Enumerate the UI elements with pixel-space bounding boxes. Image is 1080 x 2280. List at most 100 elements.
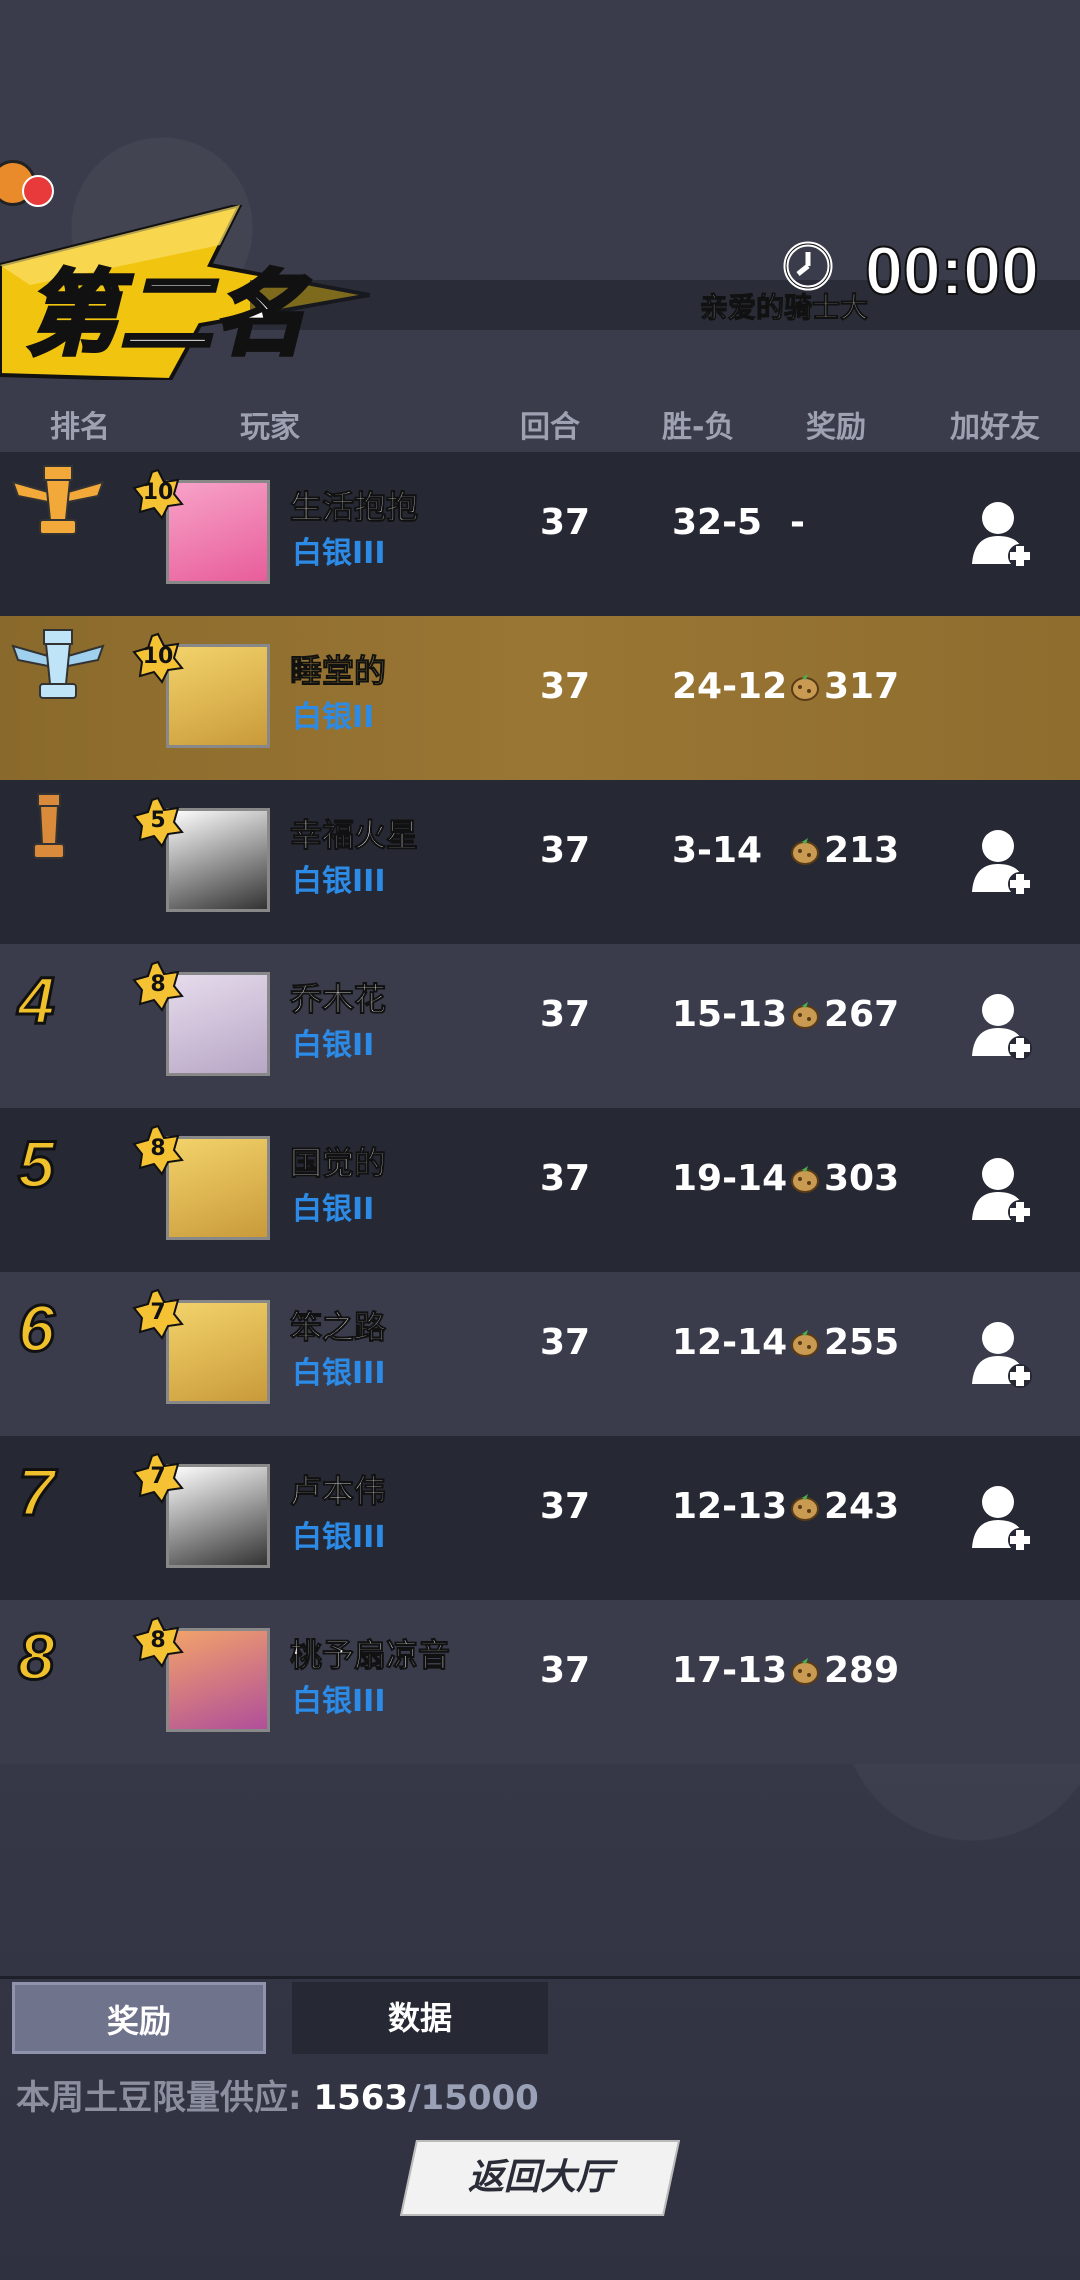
rank-number: 6 — [17, 1290, 57, 1367]
supply-current: 1563 — [313, 2078, 409, 2118]
notification-dot — [22, 175, 54, 207]
tab-reward[interactable]: 奖励 — [12, 1982, 266, 2054]
col-player: 玩家 — [240, 410, 300, 445]
level-badge: 7 — [132, 1452, 184, 1504]
player-name: 国觉的 — [289, 1144, 387, 1183]
level-number: 8 — [150, 1628, 166, 1653]
potato-icon — [791, 1166, 819, 1193]
col-rounds: 回合 — [520, 410, 580, 445]
player-name: 幸福火星 — [289, 816, 419, 855]
level-badge: 8 — [132, 1124, 184, 1176]
rank-number: 4 — [17, 962, 57, 1039]
win-loss-value: 32-5 — [672, 502, 763, 543]
rook-icon — [33, 793, 65, 859]
potato-icon — [791, 1330, 819, 1357]
rank-number: 5 — [17, 1126, 57, 1203]
win-loss-value: 19-14 — [672, 1158, 788, 1199]
add-friend-icon[interactable] — [970, 1154, 1034, 1226]
level-number: 10 — [142, 480, 174, 505]
reward-amount: 243 — [824, 1486, 900, 1527]
reward-value: - — [790, 502, 805, 543]
level-number: 7 — [150, 1464, 166, 1489]
rounds-value: 37 — [540, 1322, 591, 1363]
reward-amount: 303 — [824, 1158, 900, 1199]
reward-amount: 289 — [824, 1650, 900, 1691]
add-friend-icon[interactable] — [970, 990, 1034, 1062]
add-friend-icon[interactable] — [970, 1318, 1034, 1390]
level-badge: 10 — [132, 632, 184, 684]
back-button-label: 返回大厅 — [467, 2157, 612, 2198]
win-loss-value: 3-14 — [672, 830, 763, 871]
placement-title: 第二名 — [24, 262, 309, 368]
rounds-value: 37 — [540, 1486, 591, 1527]
reward-amount: - — [790, 502, 805, 543]
level-badge: 7 — [132, 1288, 184, 1340]
reward-amount: 317 — [824, 666, 900, 707]
reward-value: 243 — [790, 1486, 899, 1527]
win-loss-value: 12-13 — [672, 1486, 788, 1527]
player-row[interactable]: 10 睡堂的 白银II 37 24-12 317 — [0, 616, 1080, 780]
player-row[interactable]: 5 幸福火星白银III 37 3-14 213 — [0, 780, 1080, 944]
level-badge: 8 — [132, 960, 184, 1012]
reward-value: 213 — [790, 830, 899, 871]
add-friend-icon[interactable] — [970, 498, 1034, 570]
col-add-friend: 加好友 — [950, 410, 1040, 445]
table-header: 排名 玩家 回合 胜-负 奖励 加好友 — [0, 402, 1080, 448]
rank-number: 8 — [17, 1618, 57, 1695]
reward-amount: 213 — [824, 830, 900, 871]
player-row[interactable]: 4 8 乔木花 白银II 37 15-13 267 — [0, 944, 1080, 1108]
player-tier: 白银III — [292, 864, 386, 899]
add-friend-icon[interactable] — [970, 1482, 1034, 1554]
reward-value: 289 — [790, 1650, 899, 1691]
player-row[interactable]: 10 生活抱抱 白银III 37 32-5- — [0, 452, 1080, 616]
player-name: 桃予扇凉音 — [289, 1636, 451, 1675]
win-loss-value: 17-13 — [672, 1650, 788, 1691]
timer: 00:00 — [864, 232, 1040, 310]
player-tier: 白银II — [292, 700, 375, 735]
player-name: 乔木花 — [289, 980, 387, 1019]
player-tier: 白银III — [292, 536, 386, 571]
reward-value: 303 — [790, 1158, 899, 1199]
add-friend-icon[interactable] — [970, 826, 1034, 898]
player-tier: 白银III — [292, 1356, 386, 1391]
potato-icon — [791, 1002, 819, 1029]
back-to-lobby-button[interactable]: 返回大厅 — [399, 2140, 681, 2216]
level-number: 7 — [150, 1300, 166, 1325]
player-name: 卢本伟 — [289, 1472, 387, 1511]
rounds-value: 37 — [540, 1158, 591, 1199]
clock-icon — [783, 241, 833, 291]
level-number: 8 — [150, 972, 166, 997]
reward-value: 267 — [790, 994, 899, 1035]
potato-icon — [791, 1658, 819, 1685]
reward-value: 317 — [790, 666, 899, 707]
win-loss-value: 15-13 — [672, 994, 788, 1035]
player-row[interactable]: 8 8 桃予扇凉音 白银III 37 17-13 289 — [0, 1600, 1080, 1764]
rounds-value: 37 — [540, 666, 591, 707]
reward-value: 255 — [790, 1322, 899, 1363]
subtitle-text: 亲爱的骑士大 — [699, 291, 869, 325]
supply-label: 本周土豆限量供应: — [16, 2078, 302, 2118]
supply-max: /15000 — [408, 2078, 539, 2118]
potato-icon — [791, 674, 819, 701]
player-name: 生活抱抱 — [289, 488, 419, 527]
player-tier: 白银II — [292, 1192, 375, 1227]
col-reward: 奖励 — [806, 410, 866, 445]
level-number: 8 — [150, 1136, 166, 1161]
player-tier: 白银III — [292, 1520, 386, 1555]
player-row[interactable]: 6 7 笨之路 白银III 37 12-14 255 — [0, 1272, 1080, 1436]
trophy-icon — [11, 629, 105, 699]
rounds-value: 37 — [540, 1650, 591, 1691]
player-tier: 白银II — [292, 1028, 375, 1063]
level-number: 10 — [142, 644, 174, 669]
rounds-value: 37 — [540, 830, 591, 871]
player-name: 笨之路 — [289, 1308, 387, 1347]
player-row[interactable]: 5 8 国觉的白银II 37 19-14 303 — [0, 1108, 1080, 1272]
level-badge: 10 — [132, 468, 184, 520]
level-number: 5 — [150, 808, 166, 833]
level-badge: 8 — [132, 1616, 184, 1668]
reward-amount: 255 — [824, 1322, 900, 1363]
level-badge: 5 — [132, 796, 184, 848]
player-row[interactable]: 7 7 卢本伟 白银III 37 12-13 243 — [0, 1436, 1080, 1600]
player-name: 睡堂的 — [289, 652, 387, 691]
tab-stats[interactable]: 数据 — [292, 1982, 548, 2054]
